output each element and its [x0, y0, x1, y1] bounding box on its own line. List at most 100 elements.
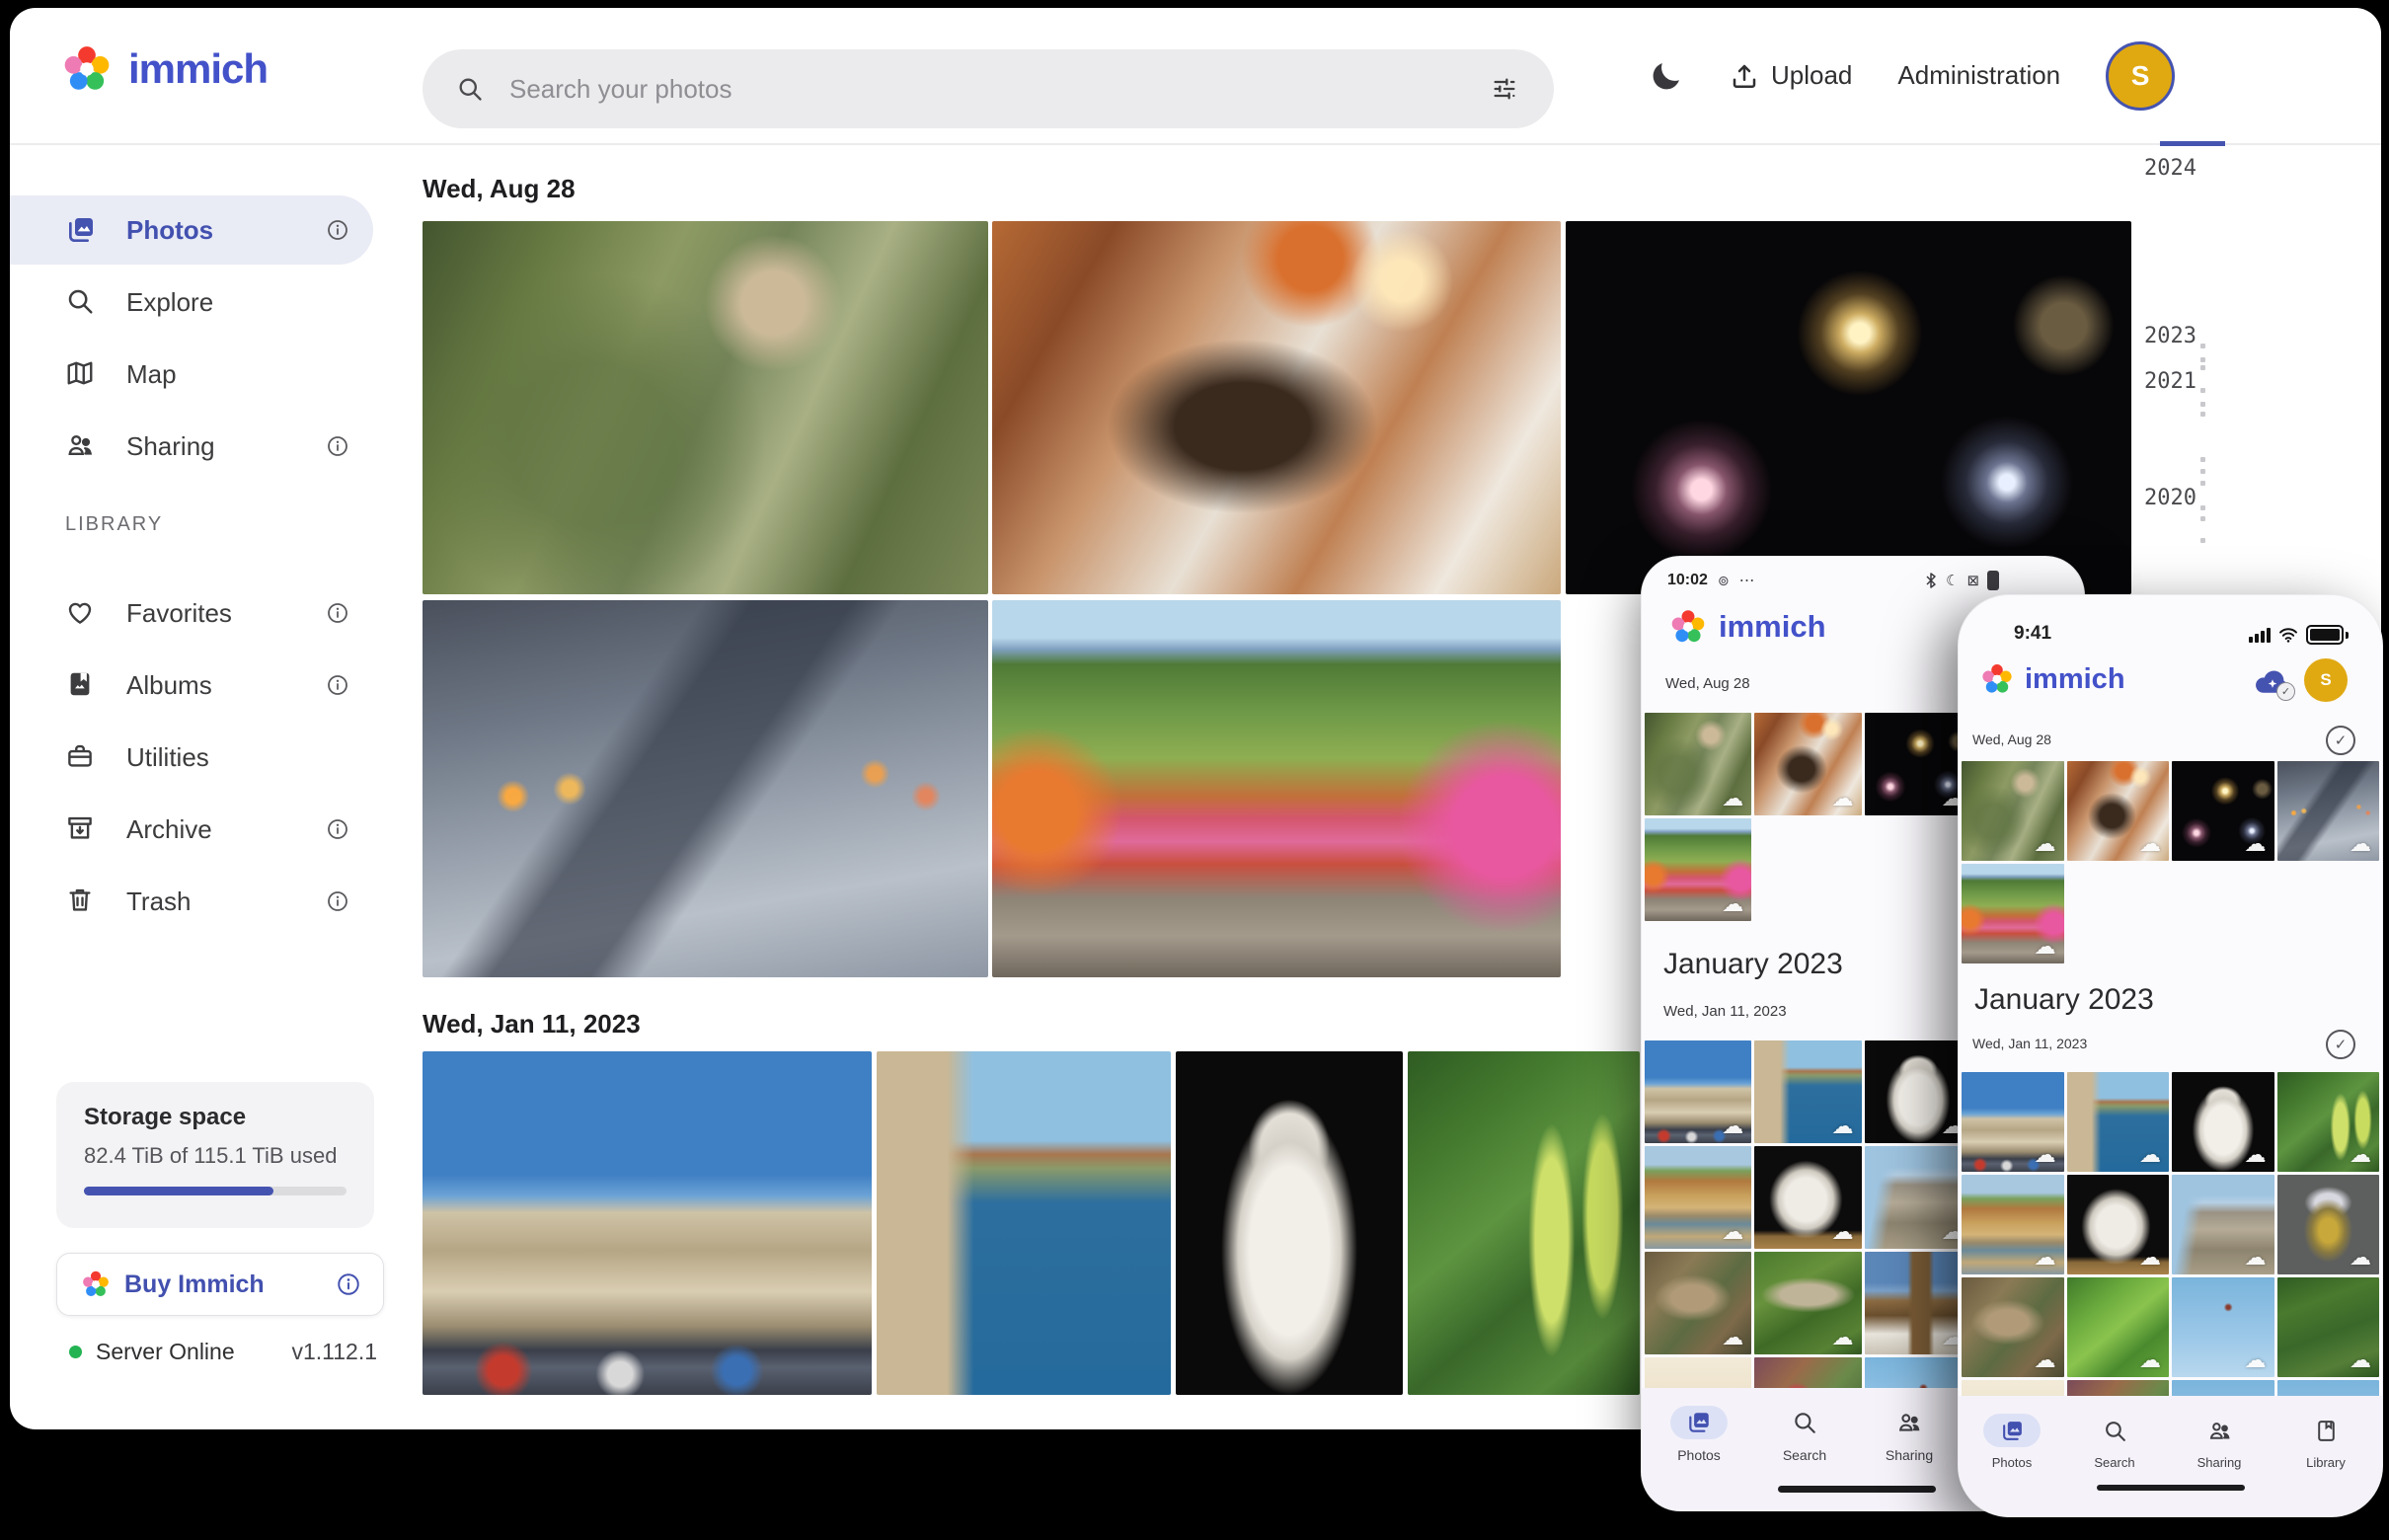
timeline-year-2024[interactable]: 2024 — [2144, 156, 2196, 181]
photos-icon — [1983, 1414, 2041, 1447]
photo-thumb-lizard[interactable]: ☁ — [1962, 1277, 2064, 1377]
home-indicator[interactable] — [2097, 1485, 2245, 1491]
photo-thumb-fireworks[interactable]: ☁ — [1865, 713, 1971, 815]
photo-thumb-fortress[interactable]: ☁ — [1962, 1072, 2064, 1172]
month-header: January 2023 — [1974, 983, 2154, 1017]
photo-fireworks[interactable] — [1566, 221, 2131, 594]
sidebar-label: Map — [126, 359, 177, 390]
photo-thumb-berries[interactable]: ☁ — [2277, 1072, 2380, 1172]
dark-mode-toggle-moon-icon[interactable] — [1649, 58, 1684, 94]
cloud-sync-icon: ☁ — [2035, 1348, 2056, 1373]
info-icon[interactable] — [326, 817, 349, 841]
photo-thumb-lizard2[interactable]: ☁ — [1754, 1252, 1861, 1354]
timeline-year-2021[interactable]: 2021 — [2144, 369, 2196, 394]
month-header: January 2023 — [1663, 948, 1843, 981]
date-header-aug28: Wed, Aug 28 — [423, 174, 576, 204]
photo-autumn-path[interactable] — [992, 600, 1561, 977]
photo-thumb-bust[interactable]: ☁ — [1865, 1040, 1971, 1143]
photo-thumb-sculpture[interactable]: ☁ — [2067, 1175, 2170, 1274]
sidebar-item-map[interactable]: Map — [10, 340, 381, 409]
photo-thumb-autumn[interactable]: ☁ — [1645, 818, 1751, 921]
info-icon[interactable] — [326, 434, 349, 458]
sidebar-item-sharing[interactable]: Sharing — [10, 412, 381, 481]
photo-thumb-fireworks[interactable]: ☁ — [2172, 761, 2274, 861]
photo-marble-bust[interactable] — [1176, 1051, 1403, 1395]
photo-thumb-dinner[interactable]: ☁ — [2067, 761, 2170, 861]
photo-dinner-table[interactable] — [992, 221, 1561, 594]
photo-holding-hands[interactable] — [423, 600, 988, 977]
upload-button[interactable]: Upload — [1730, 60, 1852, 91]
select-all-check-icon[interactable]: ✓ — [2326, 1030, 2355, 1059]
home-indicator[interactable] — [1778, 1486, 1936, 1493]
photo-thumb-hands[interactable]: ☁ — [2277, 761, 2380, 861]
info-icon[interactable] — [336, 1271, 361, 1297]
photo-monkeys-zoo[interactable] — [423, 221, 988, 594]
photo-thumb-lizard[interactable]: ☁ — [1645, 1252, 1751, 1354]
info-icon[interactable] — [326, 889, 349, 913]
storage-title: Storage space — [84, 1104, 246, 1131]
cloud-sync-icon: ☁ — [1832, 787, 1854, 811]
photos-icon — [1670, 1406, 1728, 1439]
immich-flower-logo-icon — [1669, 608, 1707, 646]
photo-thumb-autumn[interactable]: ☁ — [1962, 864, 2064, 963]
cloud-sync-icon: ☁ — [1832, 1220, 1854, 1245]
info-icon[interactable] — [326, 673, 349, 697]
administration-link[interactable]: Administration — [1897, 60, 2060, 91]
photo-green-berries[interactable] — [1408, 1051, 1640, 1395]
cloud-backup-button[interactable]: ✓ — [2253, 666, 2292, 698]
photo-thumb-sky[interactable]: ☁ — [2172, 1277, 2274, 1377]
sidebar-item-favorites[interactable]: Favorites — [10, 578, 381, 648]
timeline-tick — [2200, 402, 2205, 407]
nav-photos[interactable]: Photos — [1648, 1406, 1750, 1463]
app-logo[interactable]: immich — [61, 43, 268, 95]
nav-sharing[interactable]: Sharing — [2168, 1414, 2271, 1470]
photo-thumb-monkeys[interactable]: ☁ — [1645, 713, 1751, 815]
photo-thumb-coast[interactable]: ☁ — [1754, 1040, 1861, 1143]
photo-thumb-snowy-church[interactable]: ☁ — [1865, 1252, 1971, 1354]
photo-thumb-coast[interactable]: ☁ — [2067, 1072, 2170, 1172]
photo-thumb-sculpture[interactable]: ☁ — [1754, 1146, 1861, 1249]
sidebar-item-albums[interactable]: Albums — [10, 651, 381, 720]
nav-label: Search — [1783, 1447, 1826, 1463]
photo-coastal-town[interactable] — [877, 1051, 1171, 1395]
info-icon[interactable] — [326, 218, 349, 242]
immich-flower-logo-icon — [61, 43, 113, 95]
nav-search[interactable]: Search — [1753, 1406, 1856, 1463]
user-avatar[interactable]: S — [2106, 41, 2175, 111]
search-input[interactable]: Search your photos — [423, 49, 1554, 128]
photo-thumb-cliff[interactable]: ☁ — [1645, 1146, 1751, 1249]
photo-thumb-cliff[interactable]: ☁ — [1962, 1175, 2064, 1274]
photo-thumb-dinner[interactable]: ☁ — [1754, 713, 1861, 815]
nav-sharing[interactable]: Sharing — [1858, 1406, 1961, 1463]
photo-thumb-forest[interactable]: ☁ — [2277, 1277, 2380, 1377]
sidebar-item-photos[interactable]: Photos — [10, 195, 381, 265]
photo-thumb-bust[interactable]: ☁ — [2172, 1072, 2274, 1172]
timeline-year-2020[interactable]: 2020 — [2144, 486, 2196, 510]
nav-label: Photos — [1992, 1455, 2032, 1470]
nav-search[interactable]: Search — [2063, 1414, 2166, 1470]
photo-fortress[interactable] — [423, 1051, 872, 1395]
timeline-year-2023[interactable]: 2023 — [2144, 324, 2196, 348]
sidebar-item-trash[interactable]: Trash — [10, 867, 381, 936]
user-avatar[interactable]: S — [2304, 658, 2348, 702]
nav-photos[interactable]: Photos — [1961, 1414, 2063, 1470]
photo-thumb-monkeys[interactable]: ☁ — [1962, 761, 2064, 861]
select-all-check-icon[interactable]: ✓ — [2326, 726, 2355, 755]
info-icon[interactable] — [326, 601, 349, 625]
no-sim-icon: ⊠ — [1966, 572, 1979, 589]
photo-thumb-fortress[interactable]: ☁ — [1645, 1040, 1751, 1143]
search-filters-icon[interactable] — [1491, 75, 1518, 103]
immich-flower-logo-icon — [1980, 662, 2014, 696]
wifi-icon — [2278, 627, 2298, 643]
timeline-position-marker[interactable] — [2160, 141, 2225, 146]
photo-thumb-ornate[interactable]: ☁ — [2277, 1175, 2380, 1274]
nav-library[interactable]: Library — [2274, 1414, 2377, 1470]
buy-immich-button[interactable]: Buy Immich — [56, 1253, 384, 1316]
photo-thumb-ruins[interactable]: ☁ — [2172, 1175, 2274, 1274]
sidebar-item-utilities[interactable]: Utilities — [10, 723, 381, 792]
cellular-signal-icon — [2249, 628, 2271, 643]
sidebar-item-explore[interactable]: Explore — [10, 268, 381, 337]
photo-thumb-ruins[interactable]: ☁ — [1865, 1146, 1971, 1249]
sidebar-item-archive[interactable]: Archive — [10, 795, 381, 864]
photo-thumb-greenery[interactable]: ☁ — [2067, 1277, 2170, 1377]
